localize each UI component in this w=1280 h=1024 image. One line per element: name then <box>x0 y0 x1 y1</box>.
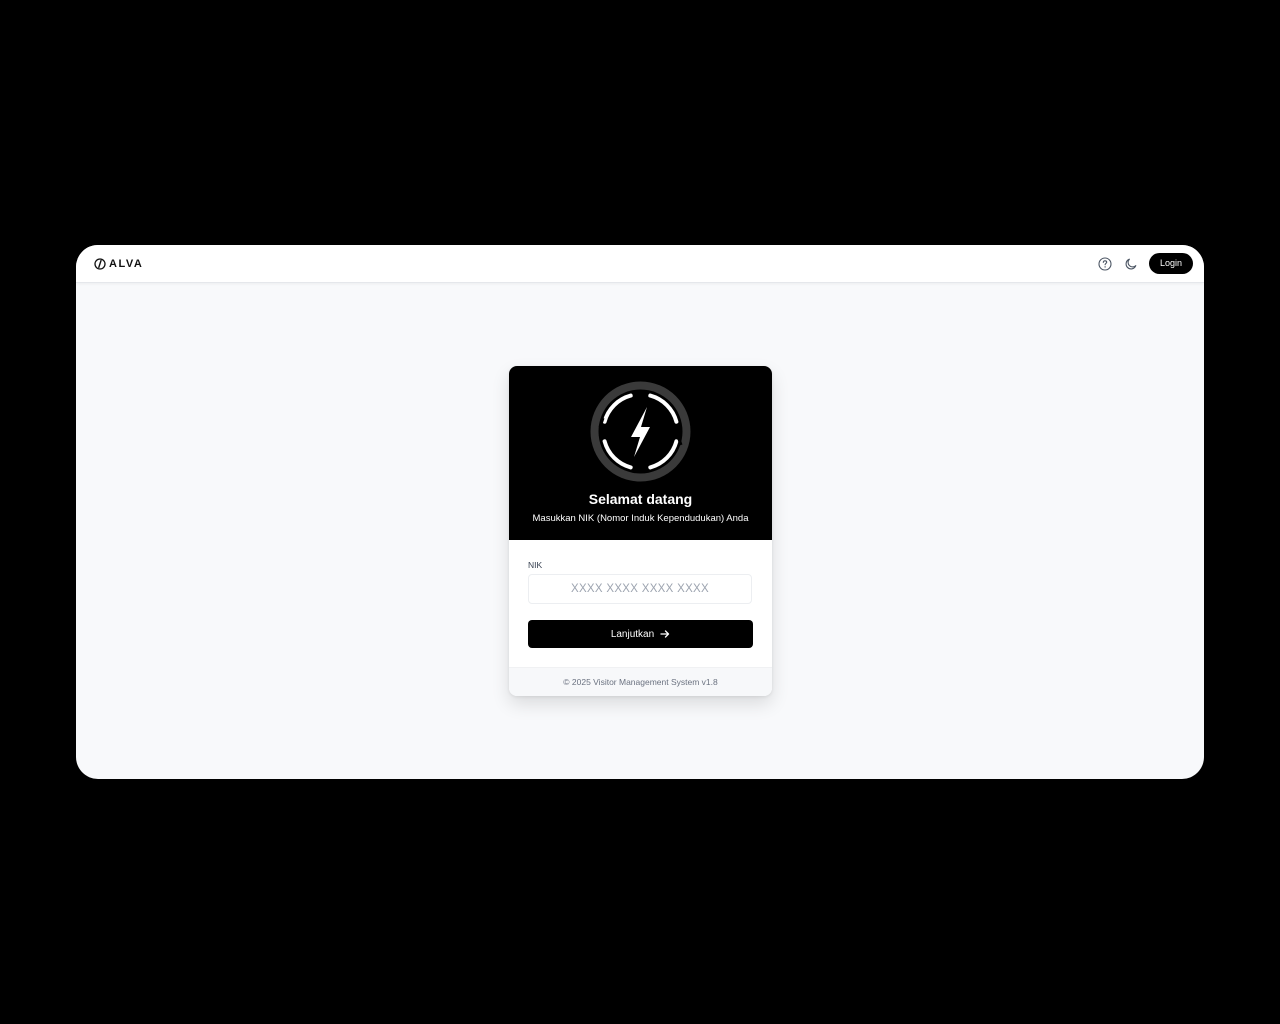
app-window: ALVA Login Selamat datang Masukkan NIK (… <box>76 245 1204 779</box>
nik-input[interactable] <box>528 574 752 604</box>
top-navbar: ALVA Login <box>76 245 1204 283</box>
logo-text: ALVA <box>109 258 144 270</box>
help-circle-icon <box>1097 256 1112 271</box>
welcome-title: Selamat datang <box>588 491 693 507</box>
welcome-subtitle: Masukkan NIK (Nomor Induk Kependudukan) … <box>532 513 749 524</box>
card-header: Selamat datang Masukkan NIK (Nomor Induk… <box>509 366 772 540</box>
arrow-right-icon <box>660 630 670 638</box>
login-card: Selamat datang Masukkan NIK (Nomor Induk… <box>509 366 772 696</box>
nik-label: NIK <box>528 560 543 570</box>
help-button[interactable] <box>1096 255 1113 272</box>
login-button[interactable]: Login <box>1149 253 1193 274</box>
theme-toggle-button[interactable] <box>1122 255 1139 272</box>
continue-button[interactable]: Lanjutkan <box>528 620 753 648</box>
continue-label: Lanjutkan <box>610 628 655 640</box>
brand-logo[interactable]: ALVA <box>94 257 143 271</box>
card-footer: © 2025 Visitor Management System v1.8 <box>509 667 772 696</box>
lightning-bolt-icon <box>590 381 691 482</box>
alva-logo-icon <box>94 258 106 270</box>
moon-icon <box>1125 258 1136 269</box>
